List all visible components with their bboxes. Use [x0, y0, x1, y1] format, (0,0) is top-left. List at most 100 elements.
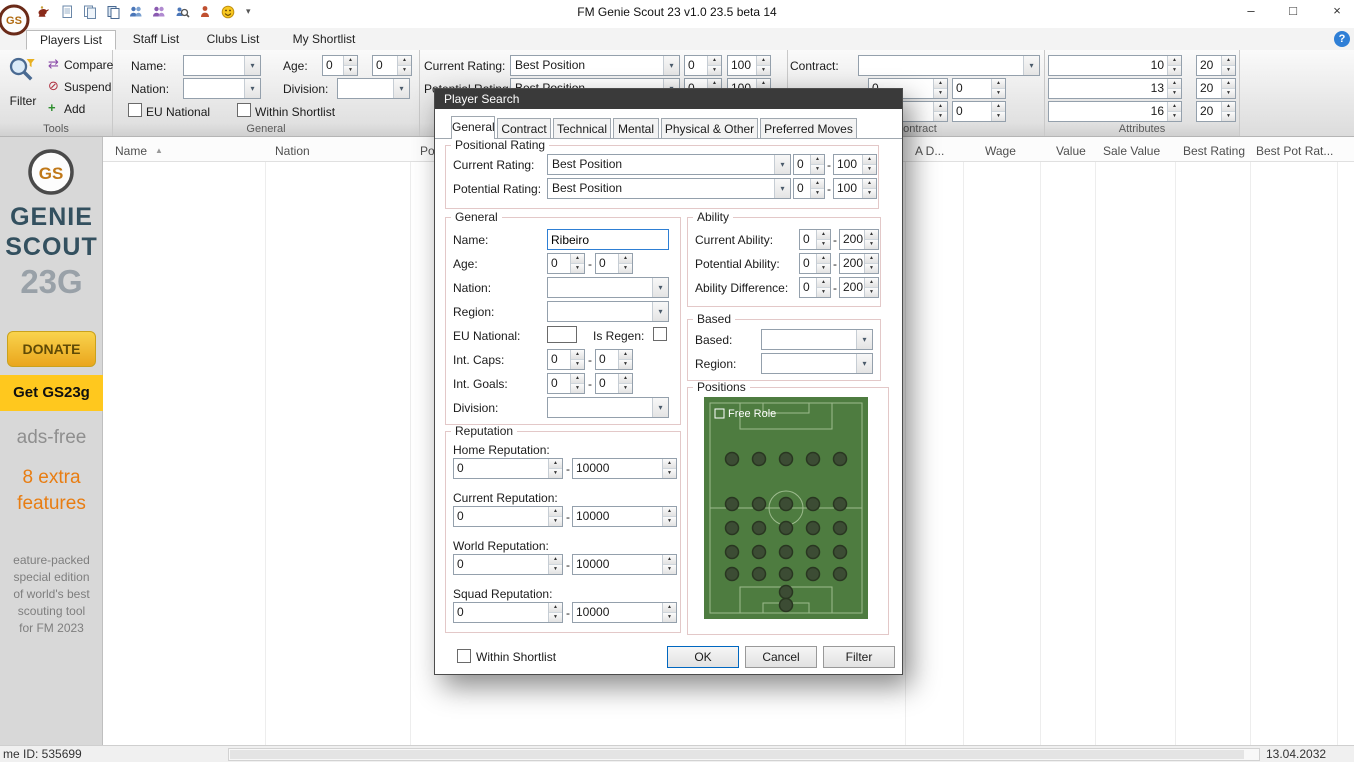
spin-up-icon[interactable]: ▲: [708, 56, 721, 66]
spin-up-icon[interactable]: ▲: [863, 155, 876, 165]
dropdown-arrow-icon[interactable]: ▾: [652, 398, 668, 417]
filter-button[interactable]: Filter: [0, 94, 46, 108]
spin-up-icon[interactable]: ▲: [811, 155, 824, 165]
spin-up-icon[interactable]: ▲: [992, 102, 1005, 112]
contract-row2-max-spinner[interactable]: 0 ▲ ▼: [952, 78, 1006, 99]
current-ability-min-spinner[interactable]: 0 ▲ ▼: [799, 229, 831, 250]
dialog-tab-preferred-moves[interactable]: Preferred Moves: [760, 118, 857, 139]
dlg-division-combo[interactable]: ▾: [547, 397, 669, 418]
position-dot[interactable]: [832, 566, 848, 582]
spin-down-icon[interactable]: ▼: [992, 89, 1005, 98]
dlg-int-goals-min-spinner[interactable]: 0 ▲ ▼: [547, 373, 585, 394]
position-dot[interactable]: [832, 520, 848, 536]
nation-filter-combo[interactable]: ▾: [183, 78, 261, 99]
spin-up-icon[interactable]: ▲: [1168, 79, 1181, 89]
spin-up-icon[interactable]: ▲: [571, 374, 584, 384]
spin-down-icon[interactable]: ▼: [934, 112, 947, 121]
contract-row3-max-spinner[interactable]: 0 ▲ ▼: [952, 101, 1006, 122]
spin-down-icon[interactable]: ▼: [863, 165, 876, 174]
scrollbar-thumb[interactable]: [230, 750, 1244, 759]
help-icon[interactable]: ?: [1334, 31, 1350, 47]
position-dot[interactable]: [778, 597, 794, 613]
spin-down-icon[interactable]: ▼: [865, 288, 878, 297]
dlg-current-rating-combo[interactable]: Best Position ▾: [547, 154, 791, 175]
squad-reputation-max-spinner[interactable]: 10000 ▲ ▼: [572, 602, 677, 623]
home-reputation-max-spinner[interactable]: 10000 ▲ ▼: [572, 458, 677, 479]
spin-up-icon[interactable]: ▲: [344, 56, 357, 66]
spin-up-icon[interactable]: ▲: [1222, 102, 1235, 112]
dropdown-arrow-icon[interactable]: ▾: [244, 56, 260, 75]
position-dot[interactable]: [805, 566, 821, 582]
position-dot[interactable]: [751, 520, 767, 536]
dialog-tab-general[interactable]: General: [451, 116, 495, 139]
tab-staff-list[interactable]: Staff List: [124, 30, 188, 50]
position-dot[interactable]: [778, 544, 794, 560]
position-dot[interactable]: [724, 451, 740, 467]
spin-down-icon[interactable]: ▼: [663, 517, 676, 526]
spin-up-icon[interactable]: ▲: [549, 507, 562, 517]
spin-down-icon[interactable]: ▼: [663, 469, 676, 478]
spin-up-icon[interactable]: ▲: [619, 374, 632, 384]
spin-up-icon[interactable]: ▲: [663, 507, 676, 517]
spin-up-icon[interactable]: ▲: [811, 179, 824, 189]
position-dot[interactable]: [832, 496, 848, 512]
age-max-spinner[interactable]: 0 ▲ ▼: [372, 55, 412, 76]
dialog-tab-physical-other[interactable]: Physical & Other: [661, 118, 758, 139]
spin-down-icon[interactable]: ▼: [1168, 66, 1181, 75]
spin-down-icon[interactable]: ▼: [571, 264, 584, 273]
position-dot[interactable]: [724, 544, 740, 560]
position-dot[interactable]: [751, 451, 767, 467]
suspend-button[interactable]: Suspend: [64, 80, 111, 94]
position-dot[interactable]: [832, 544, 848, 560]
column-header-wage[interactable]: Wage: [985, 144, 1016, 158]
spin-down-icon[interactable]: ▼: [398, 66, 411, 75]
position-dot[interactable]: [805, 496, 821, 512]
contract-combo[interactable]: ▾: [858, 55, 1040, 76]
dialog-titlebar[interactable]: Player Search: [435, 89, 902, 109]
spin-up-icon[interactable]: ▲: [549, 459, 562, 469]
cancel-button[interactable]: Cancel: [745, 646, 817, 668]
filter-button-dialog[interactable]: Filter: [823, 646, 895, 668]
age-min-spinner[interactable]: 0 ▲ ▼: [322, 55, 358, 76]
spin-down-icon[interactable]: ▼: [1222, 112, 1235, 121]
spin-down-icon[interactable]: ▼: [549, 613, 562, 622]
spin-down-icon[interactable]: ▼: [1168, 89, 1181, 98]
spin-down-icon[interactable]: ▼: [619, 360, 632, 369]
dropdown-arrow-icon[interactable]: ▾: [774, 155, 790, 174]
spin-down-icon[interactable]: ▼: [619, 264, 632, 273]
spin-up-icon[interactable]: ▲: [757, 56, 770, 66]
dlg-int-goals-max-spinner[interactable]: 0 ▲ ▼: [595, 373, 633, 394]
potential-ability-max-spinner[interactable]: 200 ▲ ▼: [839, 253, 879, 274]
spin-up-icon[interactable]: ▲: [663, 459, 676, 469]
dlg-potential-rating-min-spinner[interactable]: 0 ▲ ▼: [793, 178, 825, 199]
horizontal-scrollbar[interactable]: [228, 748, 1260, 761]
dropdown-arrow-icon[interactable]: ▾: [244, 79, 260, 98]
dropdown-arrow-icon[interactable]: ▾: [856, 354, 872, 373]
division-filter-combo[interactable]: ▾: [337, 78, 410, 99]
dialog-tab-contract[interactable]: Contract: [497, 118, 551, 139]
spin-up-icon[interactable]: ▲: [817, 230, 830, 240]
current-rating-combo[interactable]: Best Position ▾: [510, 55, 680, 76]
spin-down-icon[interactable]: ▼: [934, 89, 947, 98]
position-dot[interactable]: [751, 544, 767, 560]
spin-up-icon[interactable]: ▲: [1168, 102, 1181, 112]
spin-down-icon[interactable]: ▼: [811, 189, 824, 198]
world-reputation-max-spinner[interactable]: 10000 ▲ ▼: [572, 554, 677, 575]
spin-down-icon[interactable]: ▼: [811, 165, 824, 174]
spin-down-icon[interactable]: ▼: [865, 264, 878, 273]
column-header-best-pot-rating[interactable]: Best Pot Rat...: [1256, 144, 1333, 158]
based-combo[interactable]: ▾: [761, 329, 873, 350]
dropdown-arrow-icon[interactable]: ▾: [1023, 56, 1039, 75]
spin-down-icon[interactable]: ▼: [817, 240, 830, 249]
position-dot[interactable]: [805, 451, 821, 467]
spin-up-icon[interactable]: ▲: [865, 254, 878, 264]
position-dot[interactable]: [724, 520, 740, 536]
spin-down-icon[interactable]: ▼: [549, 469, 562, 478]
spin-up-icon[interactable]: ▲: [934, 102, 947, 112]
dlg-int-caps-min-spinner[interactable]: 0 ▲ ▼: [547, 349, 585, 370]
ability-difference-min-spinner[interactable]: 0 ▲ ▼: [799, 277, 831, 298]
position-dot[interactable]: [778, 520, 794, 536]
column-header-sale-value[interactable]: Sale Value: [1103, 144, 1160, 158]
dlg-region-combo[interactable]: ▾: [547, 301, 669, 322]
current-ability-max-spinner[interactable]: 200 ▲ ▼: [839, 229, 879, 250]
